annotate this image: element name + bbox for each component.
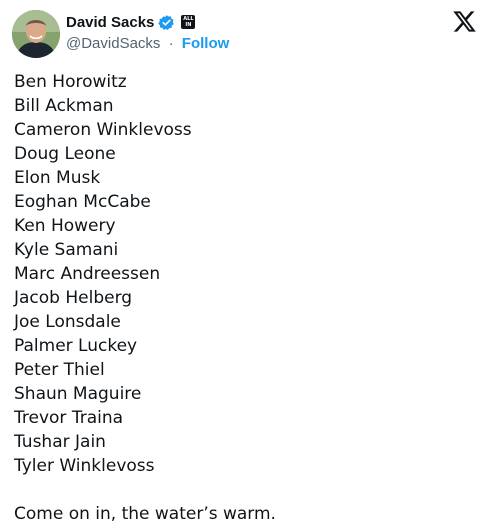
verified-badge-icon xyxy=(158,14,175,30)
tweet-line-elon-musk: Elon Musk xyxy=(14,168,101,188)
affiliate-badge-line2: IN xyxy=(185,22,192,28)
author-name-row: David Sacks ALL IN xyxy=(66,12,196,32)
tweet-line-tushar-jain: Tushar Jain xyxy=(14,432,106,452)
affiliate-badge-icon[interactable]: ALL IN xyxy=(181,15,196,29)
author-handle[interactable]: @DavidSacks xyxy=(66,35,160,52)
tweet-line-ben-horowitz: Ben Horowitz xyxy=(14,72,127,92)
tweet-line-jacob-helberg: Jacob Helberg xyxy=(14,288,133,308)
tweet-line-joe-lonsdale: Joe Lonsdale xyxy=(14,312,121,332)
tweet-card: David Sacks ALL IN @DavidSacks · Follow … xyxy=(0,0,492,532)
tweet-line-tyler-winklevoss: Tyler Winklevoss xyxy=(14,456,155,476)
separator-dot: · xyxy=(168,35,174,52)
author-display-name[interactable]: David Sacks xyxy=(66,14,154,31)
author-handle-row: @DavidSacks · Follow xyxy=(66,35,229,52)
follow-button[interactable]: Follow xyxy=(182,35,230,52)
x-logo-icon[interactable] xyxy=(452,9,477,34)
tweet-line-shaun-maguire: Shaun Maguire xyxy=(14,384,142,404)
tweet-line-eoghan-mccabe: Eoghan McCabe xyxy=(14,192,151,212)
tweet-line-peter-thiel: Peter Thiel xyxy=(14,360,105,380)
avatar-image xyxy=(12,10,60,58)
tweet-line-cameron-winklevoss: Cameron Winklevoss xyxy=(14,120,192,140)
avatar[interactable] xyxy=(12,10,60,58)
tweet-line-bill-ackman: Bill Ackman xyxy=(14,96,114,116)
tweet-line-marc-andreessen: Marc Andreessen xyxy=(14,264,161,284)
tweet-closing-line: Come on in, the water’s warm. xyxy=(14,504,276,524)
tweet-line-palmer-luckey: Palmer Luckey xyxy=(14,336,138,356)
tweet-line-kyle-samani: Kyle Samani xyxy=(14,240,119,260)
tweet-line-doug-leone: Doug Leone xyxy=(14,144,116,164)
tweet-text: Ben Horowitz Bill Ackman Cameron Winklev… xyxy=(14,70,480,526)
tweet-line-trevor-traina: Trevor Traina xyxy=(14,408,124,428)
tweet-line-ken-howery: Ken Howery xyxy=(14,216,116,236)
